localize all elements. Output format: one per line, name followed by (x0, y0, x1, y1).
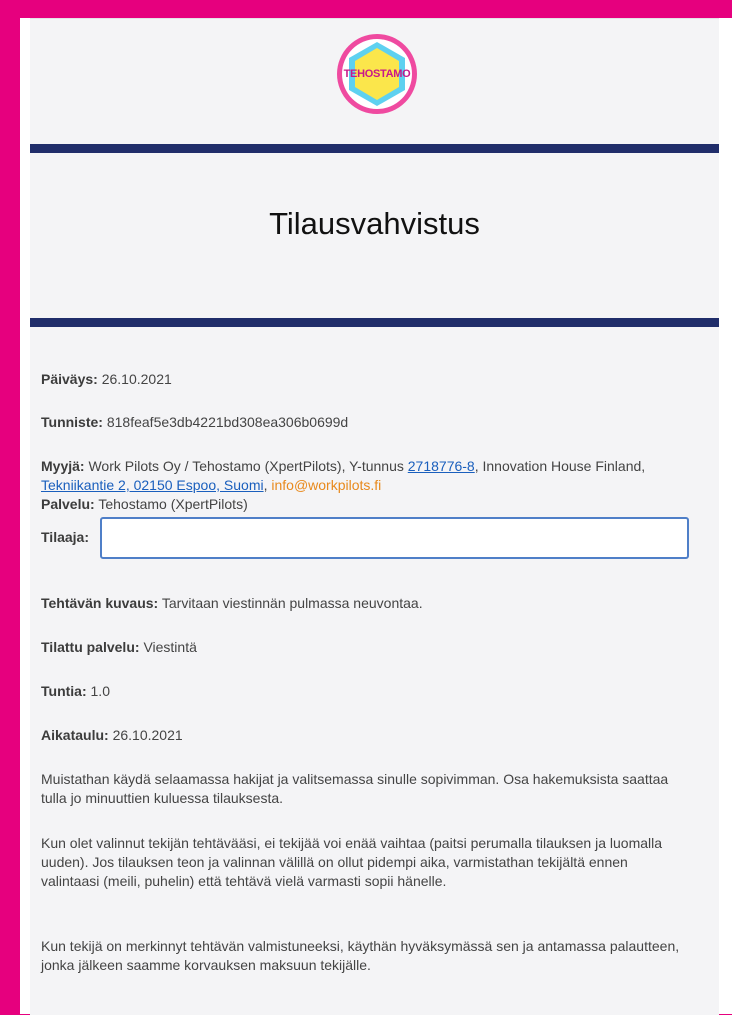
service-label: Palvelu: (41, 496, 95, 512)
schedule-label: Aikataulu: (41, 727, 109, 743)
seller-row: Myyjä: Work Pilots Oy / Tehostamo (Xpert… (41, 457, 681, 514)
service-value: Tehostamo (XpertPilots) (98, 496, 248, 512)
top-frame (20, 8, 732, 18)
id-label: Tunniste: (41, 414, 103, 430)
task-label: Tehtävän kuvaus: (41, 595, 159, 611)
address-link[interactable]: Tekniikantie 2, 02150 Espoo, Suomi (41, 477, 264, 493)
customer-field[interactable] (100, 517, 689, 559)
id-row: Tunniste: 818feaf5e3db4221bd308ea306b069… (41, 413, 681, 432)
ytunnus-link[interactable]: 2718776-8 (408, 458, 475, 474)
page-title: Tilausvahvistus (269, 206, 480, 241)
ordered-service-row: Tilattu palvelu: Viestintä (41, 638, 681, 657)
hours-label: Tuntia: (41, 683, 87, 699)
seller-comma: , (263, 477, 268, 493)
seller-mid: , Innovation House Finland, (474, 458, 646, 474)
logo-text: TEHOSTAMO (343, 68, 411, 80)
seller-label: Myyjä: (41, 458, 85, 474)
paragraph-applicants: Muistathan käydä selaamassa hakijat ja v… (41, 771, 669, 806)
id-value: 818feaf5e3db4221bd308ea306b0699d (106, 414, 349, 430)
task-row: Tehtävän kuvaus: Tarvitaan viestinnän pu… (41, 594, 681, 613)
header-rule-bottom (30, 318, 719, 327)
hours-row: Tuntia: 1.0 (41, 682, 681, 701)
hours-value: 1.0 (90, 683, 110, 699)
ordered-label: Tilattu palvelu: (41, 639, 140, 655)
ordered-value: Viestintä (143, 639, 197, 655)
paragraph-approval: Kun tekijä on merkinnyt tehtävän valmist… (41, 938, 680, 973)
schedule-row: Aikataulu: 26.10.2021 (41, 726, 681, 745)
task-value: Tarvitaan viestinnän pulmassa neuvontaa. (161, 595, 423, 611)
header-rule-top (30, 144, 719, 153)
date-label: Päiväys: (41, 371, 98, 387)
schedule-value: 26.10.2021 (112, 727, 183, 743)
date-row: Päiväys: 26.10.2021 (41, 370, 681, 389)
customer-label: Tilaaja: (41, 529, 89, 545)
tehostamo-logo: TEHOSTAMO (335, 32, 419, 116)
date-value: 26.10.2021 (101, 371, 172, 387)
paragraph-selection: Kun olet valinnut tekijän tehtävääsi, ei… (41, 835, 663, 889)
email-link[interactable]: info@workpilots.fi (271, 477, 381, 493)
seller-text: Work Pilots Oy / Tehostamo (XpertPilots)… (88, 458, 404, 474)
